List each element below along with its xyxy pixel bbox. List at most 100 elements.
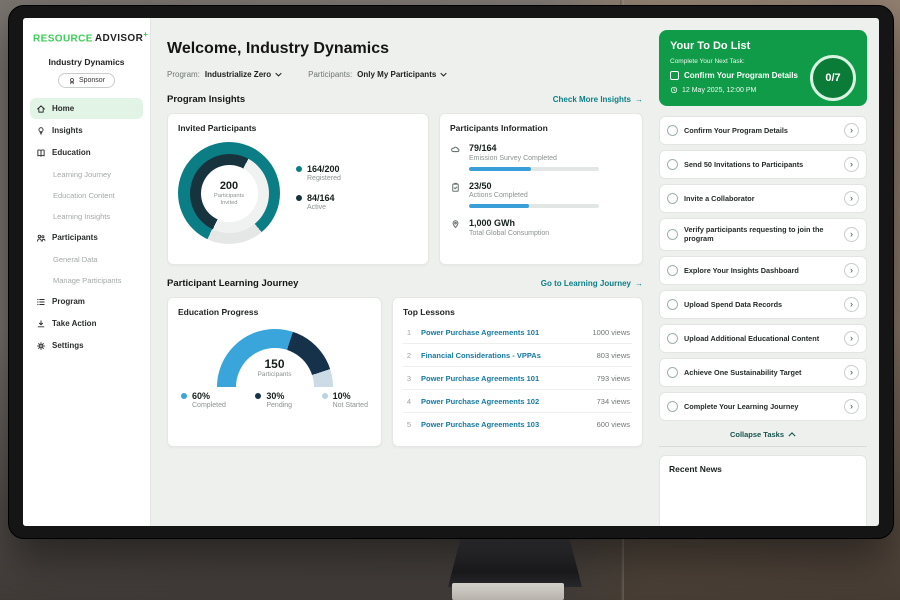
task-checkbox[interactable] xyxy=(667,265,678,276)
lesson-link[interactable]: Power Purchase Agreements 103 xyxy=(421,420,589,429)
pending-dot xyxy=(255,393,261,399)
task-checkbox[interactable] xyxy=(667,299,678,310)
legend-item-active: 84/164 Active xyxy=(296,193,341,211)
task-chevron-button[interactable]: › xyxy=(844,263,859,278)
stat-emission-survey: 79/164 Emission Survey Completed xyxy=(450,143,632,171)
filters-row: Program: Industrialize Zero Participants… xyxy=(167,70,643,79)
checkbox-icon[interactable] xyxy=(670,71,679,80)
lesson-row: 1 Power Purchase Agreements 101 1000 vie… xyxy=(403,321,632,344)
chevron-right-icon: › xyxy=(850,194,853,203)
education-progress-card: Education Progress 150 Participants 60% … xyxy=(167,297,382,447)
emission-progress-bar xyxy=(469,167,599,171)
monitor-stand xyxy=(448,535,582,587)
lesson-link[interactable]: Financial Considerations - VPPAs xyxy=(421,351,589,360)
invited-participants-card: Invited Participants 200 Participants In… xyxy=(167,113,429,265)
page-title: Welcome, Industry Dynamics xyxy=(167,40,643,58)
logo-plus: + xyxy=(143,30,148,39)
task-checkbox[interactable] xyxy=(667,125,678,136)
lesson-link[interactable]: Power Purchase Agreements 102 xyxy=(421,397,589,406)
chevron-right-icon: › xyxy=(850,402,853,411)
lesson-link[interactable]: Power Purchase Agreements 101 xyxy=(421,374,589,383)
legend-item-registered: 164/200 Registered xyxy=(296,164,341,182)
logo-advisor: ADVISOR xyxy=(95,33,143,44)
sidebar-item-program[interactable]: Program xyxy=(30,291,143,312)
program-insights-title: Program Insights xyxy=(167,94,245,105)
todo-task[interactable]: Upload Spend Data Records › xyxy=(659,290,867,319)
program-filter-label: Program: xyxy=(167,70,200,79)
stat-actions-completed: 23/50 Actions Completed xyxy=(450,181,632,209)
clipboard-check-icon xyxy=(450,182,461,193)
task-checkbox[interactable] xyxy=(667,401,678,412)
insights-cards-row: Invited Participants 200 Participants In… xyxy=(167,113,643,265)
todo-summary-card: Your To Do List Complete Your Next Task:… xyxy=(659,30,867,106)
list-icon xyxy=(36,297,46,307)
sidebar-item-insights[interactable]: Insights xyxy=(30,120,143,141)
task-chevron-button[interactable]: › xyxy=(844,123,859,138)
task-chevron-button[interactable]: › xyxy=(844,227,859,242)
not-started-dot xyxy=(322,393,328,399)
todo-next-task[interactable]: Confirm Your Program Details xyxy=(670,71,810,80)
todo-task[interactable]: Invite a Collaborator › xyxy=(659,184,867,213)
sidebar-item-education[interactable]: Education xyxy=(30,142,143,163)
sidebar-item-take-action[interactable]: Take Action xyxy=(30,313,143,334)
todo-task[interactable]: Upload Additional Educational Content › xyxy=(659,324,867,353)
task-checkbox[interactable] xyxy=(667,159,678,170)
todo-task[interactable]: Achieve One Sustainability Target › xyxy=(659,358,867,387)
sidebar-item-home[interactable]: Home xyxy=(30,98,143,119)
sidebar-item-learning-journey[interactable]: Learning Journey xyxy=(30,164,143,184)
go-to-learning-journey-link[interactable]: Go to Learning Journey → xyxy=(541,279,643,288)
lesson-link[interactable]: Power Purchase Agreements 101 xyxy=(421,328,584,337)
sidebar-nav: Home Insights Education Learning Journey… xyxy=(30,98,143,356)
sidebar-item-general-data[interactable]: General Data xyxy=(30,249,143,269)
lesson-row: 4 Power Purchase Agreements 102 734 view… xyxy=(403,390,632,413)
task-checkbox[interactable] xyxy=(667,193,678,204)
sidebar-item-education-content[interactable]: Education Content xyxy=(30,185,143,205)
task-chevron-button[interactable]: › xyxy=(844,191,859,206)
dashboard-screen: RESOURCEADVISOR+ Industry Dynamics Spons… xyxy=(23,18,879,526)
todo-task[interactable]: Explore Your Insights Dashboard › xyxy=(659,256,867,285)
sidebar-item-learning-insights[interactable]: Learning Insights xyxy=(30,206,143,226)
task-chevron-button[interactable]: › xyxy=(844,297,859,312)
learning-cards-row: Education Progress 150 Participants 60% … xyxy=(167,297,643,447)
lesson-row: 2 Financial Considerations - VPPAs 803 v… xyxy=(403,344,632,367)
program-select[interactable]: Industrialize Zero xyxy=(205,70,282,79)
stat-global-consumption: 1,000 GWh Total Global Consumption xyxy=(450,218,632,237)
task-chevron-button[interactable]: › xyxy=(844,157,859,172)
learning-journey-title: Participant Learning Journey xyxy=(167,278,298,289)
collapse-tasks-link[interactable]: Collapse Tasks xyxy=(659,430,867,439)
task-checkbox[interactable] xyxy=(667,367,678,378)
todo-task[interactable]: Complete Your Learning Journey › xyxy=(659,392,867,421)
check-more-insights-link[interactable]: Check More Insights → xyxy=(553,95,643,104)
todo-task[interactable]: Verify participants requesting to join t… xyxy=(659,218,867,251)
award-icon xyxy=(68,77,76,85)
todo-task-list: Confirm Your Program Details › Send 50 I… xyxy=(659,116,867,421)
registered-dot xyxy=(296,166,302,172)
task-chevron-button[interactable]: › xyxy=(844,331,859,346)
task-checkbox[interactable] xyxy=(667,229,678,240)
participants-select[interactable]: Only My Participants xyxy=(357,70,447,79)
recent-news-title: Recent News xyxy=(669,464,857,474)
invited-participants-donut-chart: 200 Participants Invited xyxy=(178,142,280,244)
sidebar-item-manage-participants[interactable]: Manage Participants xyxy=(30,270,143,290)
task-chevron-button[interactable]: › xyxy=(844,365,859,380)
todo-task[interactable]: Send 50 Invitations to Participants › xyxy=(659,150,867,179)
education-legend: 60% Completed 30% Pending 10% Not Starte… xyxy=(178,391,371,409)
lesson-row: 3 Power Purchase Agreements 101 793 view… xyxy=(403,367,632,390)
app-logo[interactable]: RESOURCEADVISOR+ xyxy=(30,30,143,44)
chevron-right-icon: › xyxy=(850,368,853,377)
monitor-stand-base xyxy=(452,583,564,600)
actions-progress-bar xyxy=(469,204,599,208)
program-filter: Program: Industrialize Zero xyxy=(167,70,282,79)
chevron-right-icon: › xyxy=(850,126,853,135)
chevron-down-icon xyxy=(440,72,447,77)
sidebar: RESOURCEADVISOR+ Industry Dynamics Spons… xyxy=(23,18,151,526)
sidebar-item-settings[interactable]: Settings xyxy=(30,335,143,356)
task-checkbox[interactable] xyxy=(667,333,678,344)
sponsor-badge[interactable]: Sponsor xyxy=(58,73,115,88)
task-chevron-button[interactable]: › xyxy=(844,399,859,414)
arrow-right-icon: → xyxy=(635,279,643,288)
todo-task[interactable]: Confirm Your Program Details › xyxy=(659,116,867,145)
sidebar-item-participants[interactable]: Participants xyxy=(30,227,143,248)
logo-resource: RESOURCE xyxy=(33,33,93,44)
learning-journey-header: Participant Learning Journey Go to Learn… xyxy=(167,278,643,289)
